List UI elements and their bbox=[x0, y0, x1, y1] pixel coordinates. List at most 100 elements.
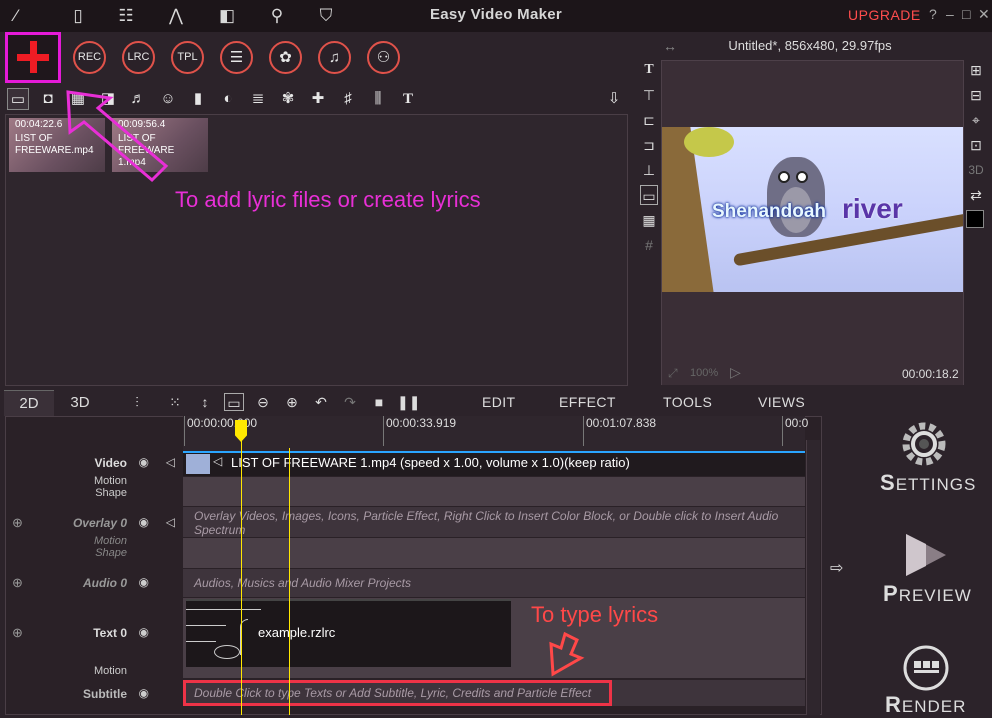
plus-icon[interactable]: ⊕ bbox=[12, 575, 23, 591]
download-icon[interactable]: ⇩ bbox=[603, 88, 625, 110]
audio-hint: Audios, Musics and Audio Mixer Projects bbox=[194, 576, 411, 590]
effects-button[interactable]: ✿ bbox=[269, 41, 302, 74]
minimize-button[interactable]: – bbox=[946, 6, 954, 22]
track-list-icon[interactable]: ⫶ bbox=[127, 393, 147, 411]
rec-button[interactable]: REC bbox=[73, 41, 106, 74]
maximize-button[interactable]: □ bbox=[962, 6, 970, 22]
menu-edit[interactable]: EDIT bbox=[482, 394, 516, 410]
clip-thumbnail bbox=[186, 454, 210, 474]
cursor-line[interactable] bbox=[289, 448, 290, 715]
zoom-in-icon[interactable]: ⊕ bbox=[282, 393, 302, 411]
eye-icon[interactable]: ◉ bbox=[139, 575, 149, 589]
align-right-icon[interactable]: ⊐ bbox=[640, 135, 658, 155]
motion-label[interactable]: Motion bbox=[94, 665, 127, 677]
grid-dots-icon[interactable]: ⁙ bbox=[165, 393, 185, 411]
speaker-icon[interactable]: ◁ bbox=[166, 515, 175, 529]
render-button[interactable]: RENDER bbox=[885, 692, 966, 718]
vertical-resize-icon[interactable]: ↕ bbox=[195, 393, 215, 411]
overlay-track-header: ⊕ Overlay 0 ◉ ◁ Motion Shape bbox=[6, 515, 182, 559]
overlay-motion-lane[interactable] bbox=[183, 538, 805, 568]
eye-icon[interactable]: ◉ bbox=[139, 455, 149, 469]
menu-effect[interactable]: EFFECT bbox=[559, 394, 616, 410]
settings-button[interactable]: SETTINGS bbox=[880, 470, 976, 496]
center-v-icon[interactable]: ⊟ bbox=[966, 85, 986, 105]
tab-3d[interactable]: 3D bbox=[55, 390, 105, 416]
render-icon[interactable] bbox=[901, 643, 951, 693]
grid-icon[interactable]: ▦ bbox=[640, 210, 658, 230]
help-button[interactable]: ? bbox=[929, 6, 937, 22]
motion-label[interactable]: Motion bbox=[94, 535, 127, 547]
video-clip[interactable]: ◁ LIST OF FREEWARE 1.mp4 (speed x 1.00, … bbox=[183, 451, 805, 476]
audio-lane[interactable]: Audios, Musics and Audio Mixer Projects bbox=[183, 569, 805, 597]
text-clip[interactable]: example.rzlrc bbox=[186, 599, 511, 667]
align-bottom-icon[interactable]: ⊥ bbox=[640, 160, 658, 180]
video-motion-lane[interactable] bbox=[183, 477, 805, 506]
vertical-scrollbar[interactable] bbox=[806, 440, 820, 715]
battery-icon[interactable]: ▮ bbox=[187, 88, 209, 110]
center-h-icon[interactable]: ⊞ bbox=[966, 60, 986, 80]
hash-icon[interactable]: # bbox=[640, 235, 658, 255]
3d-icon[interactable]: 3D bbox=[966, 160, 986, 180]
play-triangle-icon[interactable] bbox=[900, 532, 950, 578]
text-clip-label: example.rzlrc bbox=[258, 625, 336, 640]
tab-2d[interactable]: 2D bbox=[4, 390, 54, 416]
menu-views[interactable]: VIEWS bbox=[758, 394, 805, 410]
play-icon[interactable]: ▷ bbox=[730, 364, 741, 381]
annotation-arrow bbox=[549, 632, 585, 677]
bullet-list-icon[interactable]: ≣ bbox=[247, 88, 269, 110]
text-icon[interactable]: T bbox=[397, 88, 419, 110]
preview-button[interactable]: PREVIEW bbox=[883, 581, 972, 607]
layout-icon[interactable]: ⊡ bbox=[966, 135, 986, 155]
redo-icon[interactable]: ↷ bbox=[340, 393, 360, 411]
video-clip-label: LIST OF FREEWARE 1.mp4 (speed x 1.00, vo… bbox=[231, 455, 630, 470]
close-button[interactable]: ✕ bbox=[978, 6, 990, 23]
pause-icon[interactable]: ❚❚ bbox=[397, 393, 420, 411]
fit-icon[interactable]: ▭ bbox=[224, 393, 244, 411]
speaker-icon: ◁ bbox=[213, 454, 223, 468]
plus-icon[interactable]: ⊕ bbox=[12, 515, 23, 531]
audio-track-header: ⊕ Audio 0 ◉ bbox=[6, 575, 182, 595]
align-left-icon[interactable]: ⊏ bbox=[640, 110, 658, 130]
music-sheet-icon[interactable]: ♯ bbox=[337, 88, 359, 110]
resize-icon[interactable]: ⤢ bbox=[668, 366, 678, 381]
list-button[interactable]: ☰ bbox=[220, 41, 253, 74]
flower-icon[interactable]: ✾ bbox=[277, 88, 299, 110]
flip-icon[interactable]: ⇄ bbox=[966, 185, 986, 205]
overlay-lane[interactable]: Overlay Videos, Images, Icons, Particle … bbox=[183, 507, 805, 537]
shape-label[interactable]: Shape bbox=[95, 547, 127, 559]
text-tool-icon[interactable]: T bbox=[640, 60, 658, 80]
frame-icon[interactable]: ▭ bbox=[640, 185, 658, 205]
track-label: Subtitle bbox=[83, 687, 127, 701]
contrast-icon[interactable]: ◐ bbox=[217, 88, 239, 110]
tpl-button[interactable]: TPL bbox=[171, 41, 204, 74]
crosshair-icon[interactable]: ⌖ bbox=[966, 110, 986, 130]
align-top-icon[interactable]: ⊤ bbox=[640, 85, 658, 105]
gear-icon[interactable] bbox=[898, 418, 950, 470]
stop-icon[interactable]: ■ bbox=[369, 393, 389, 411]
motion-label[interactable]: Motion bbox=[94, 475, 127, 487]
color-swatch[interactable] bbox=[966, 210, 984, 228]
eye-icon[interactable]: ◉ bbox=[139, 625, 149, 639]
eye-icon[interactable]: ◉ bbox=[139, 686, 149, 700]
plus-icon[interactable]: ⊕ bbox=[12, 625, 23, 641]
menu-tools[interactable]: TOOLS bbox=[663, 394, 712, 410]
playhead-line[interactable] bbox=[241, 420, 242, 715]
upgrade-link[interactable]: UPGRADE bbox=[848, 7, 921, 23]
time-ruler[interactable]: 00:00:00.000 00:00:33.919 00:01:07.838 0… bbox=[183, 416, 808, 451]
shape-label[interactable]: Shape bbox=[95, 487, 127, 499]
equalizer-icon[interactable]: ⫼ bbox=[367, 88, 389, 110]
media-tab-icon[interactable]: ▭ bbox=[7, 88, 29, 110]
user-button[interactable]: ⚇ bbox=[367, 41, 400, 74]
track-label: Overlay 0 bbox=[72, 516, 127, 530]
add-media-button[interactable] bbox=[5, 32, 61, 83]
speaker-icon[interactable]: ◁ bbox=[166, 455, 175, 469]
annotation-arrow bbox=[66, 90, 169, 183]
eye-icon[interactable]: ◉ bbox=[139, 515, 149, 529]
undo-icon[interactable]: ↶ bbox=[311, 393, 331, 411]
collapse-arrow-icon[interactable]: ⇨ bbox=[830, 558, 843, 578]
camera-icon[interactable]: ◘ bbox=[37, 88, 59, 110]
puzzle-icon[interactable]: ✚ bbox=[307, 88, 329, 110]
lyrics-button[interactable]: ♫ bbox=[318, 41, 351, 74]
lrc-button[interactable]: LRC bbox=[122, 41, 155, 74]
zoom-out-icon[interactable]: ⊖ bbox=[253, 393, 273, 411]
